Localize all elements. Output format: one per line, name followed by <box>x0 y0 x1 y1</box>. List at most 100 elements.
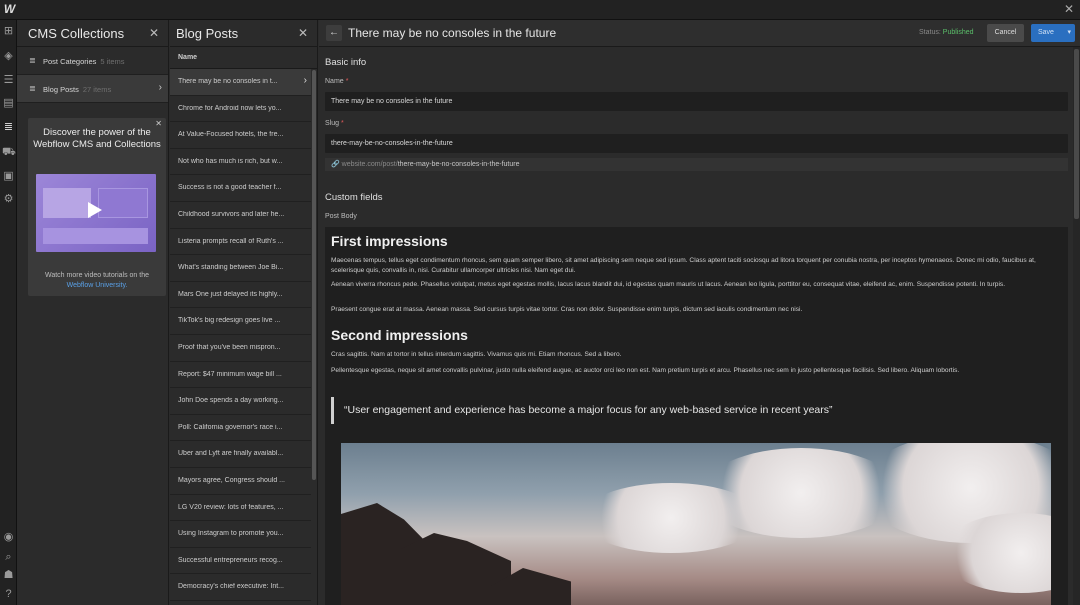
post-title: Report: $47 minimum wage bill ... <box>178 370 282 378</box>
post-list-item[interactable]: Proof that you've been mispron... <box>170 335 311 362</box>
cms-promo-card: ✕ Discover the power of the Webflow CMS … <box>28 118 166 296</box>
database-icon: ≣ <box>29 56 36 65</box>
post-body-rich-text[interactable]: First impressions Maecenas tempus, tellu… <box>325 227 1068 605</box>
post-list-item[interactable]: Chrome for Android now lets yo... <box>170 96 311 123</box>
editor-title: There may be no consoles in the future <box>348 26 557 40</box>
posts-panel-header: Blog Posts ✕ <box>170 20 317 47</box>
url-preview: 🔗 website.com/post/there-may-be-no-conso… <box>325 158 1068 171</box>
database-icon: ≣ <box>29 84 36 93</box>
cancel-button[interactable]: Cancel <box>987 24 1024 42</box>
status-badge: Published <box>942 29 974 36</box>
save-button[interactable]: Save ▾ <box>1031 24 1075 42</box>
post-list-item[interactable]: Mayors agree, Congress should ... <box>170 468 311 495</box>
promo-footer: Watch more video tutorials on the Webflo… <box>32 271 162 291</box>
post-title: Proof that you've been mispron... <box>178 343 281 351</box>
cms-collections-panel: CMS Collections ✕ ≣ Post Categories 5 ite… <box>17 20 169 605</box>
webflow-university-link[interactable]: Webflow University. <box>67 282 128 289</box>
assets-icon[interactable]: ▣ <box>2 170 15 183</box>
post-title: Using Instagram to promote you... <box>178 530 284 538</box>
chevron-right-icon: › <box>303 75 307 86</box>
collection-item-blog-posts[interactable]: ≣ Blog Posts 27 items › <box>17 75 168 103</box>
basic-info-heading: Basic info <box>325 57 367 68</box>
post-title: Listeria prompts recall of Ruth's ... <box>178 237 284 245</box>
settings-gear-icon[interactable]: ⚙ <box>2 193 15 206</box>
post-list: There may be no consoles in t... › Chrome … <box>170 69 317 601</box>
paragraph: Maecenas tempus, tellus eget condimentum… <box>331 257 1036 274</box>
cms-database-icon[interactable]: ≣ <box>2 121 15 134</box>
promo-footer-text: Watch more video tutorials on the <box>44 272 149 279</box>
paragraph: Cras sagittis. Nam at tortor in tellus i… <box>331 351 622 358</box>
top-bar: W ✕ <box>0 0 1080 20</box>
navigator-icon[interactable]: ☰ <box>2 74 15 87</box>
collection-item-post-categories[interactable]: ≣ Post Categories 5 items <box>17 47 168 75</box>
post-title: TikTok's big redesign goes live ... <box>178 317 281 325</box>
search-icon[interactable]: ⌕ <box>2 551 15 564</box>
slug-field[interactable]: there-may-be-no-consoles-in-the-future <box>325 134 1068 153</box>
ecommerce-cart-icon[interactable]: ⛟ <box>2 146 16 159</box>
editor-scrollbar[interactable] <box>1073 47 1080 605</box>
post-list-item[interactable]: Using Instagram to promote you... <box>170 521 311 548</box>
promo-title: Discover the power of the Webflow CMS an… <box>33 127 161 150</box>
post-image[interactable] <box>341 443 1051 605</box>
posts-scrollbar[interactable] <box>312 70 316 480</box>
name-label: Name * <box>325 78 349 85</box>
cms-panel-title: CMS Collections <box>28 26 125 41</box>
cms-panel-header: CMS Collections ✕ <box>17 20 168 47</box>
post-title: Uber and Lyft are finally availabl... <box>178 450 284 458</box>
paragraph: Praesent congue erat at massa. Aenean ma… <box>331 306 803 313</box>
blockquote: “User engagement and experience has beco… <box>331 397 1056 424</box>
posts-panel-title: Blog Posts <box>176 26 239 41</box>
post-list-item[interactable]: Listeria prompts recall of Ruth's ... <box>170 229 311 256</box>
post-list-item[interactable]: Childhood survivors and later he... <box>170 202 311 229</box>
post-list-item[interactable]: Successful entrepreneurs recog... <box>170 548 311 575</box>
column-header-name[interactable]: Name <box>170 47 317 69</box>
collection-name: Blog Posts <box>43 85 79 94</box>
slug-label: Slug * <box>325 120 344 127</box>
post-title: Mayors agree, Congress should ... <box>178 476 285 484</box>
post-title: Not who has much is rich, but w... <box>178 157 283 165</box>
post-list-item[interactable]: Democracy's chief executive: Int... <box>170 574 311 601</box>
post-title: Mars One just delayed its highly... <box>178 290 283 298</box>
blog-posts-panel: Blog Posts ✕ Name There may be no consol… <box>170 20 318 605</box>
paragraph: Aenean viverra rhoncus pede. Phasellus v… <box>331 281 1006 288</box>
name-field[interactable]: There may be no consoles in the future <box>325 92 1068 111</box>
collection-count: 5 items <box>100 57 125 66</box>
chevron-down-icon[interactable]: ▾ <box>1067 24 1071 42</box>
promo-video-thumbnail[interactable] <box>36 174 156 252</box>
symbols-icon[interactable]: ◈ <box>2 50 15 63</box>
heading-first-impressions: First impressions <box>331 233 448 249</box>
post-list-item[interactable]: Success is not a good teacher f... <box>170 175 311 202</box>
pages-icon[interactable]: ▤ <box>2 97 15 110</box>
post-list-item[interactable]: There may be no consoles in t... › <box>170 69 311 96</box>
post-list-item[interactable]: Report: $47 minimum wage bill ... <box>170 362 311 389</box>
post-title: Democracy's chief executive: Int... <box>178 583 284 591</box>
post-list-item[interactable]: Poll: California governor's race i... <box>170 415 311 442</box>
users-icon[interactable]: ☗ <box>2 569 15 582</box>
post-list-item[interactable]: Uber and Lyft are finally availabl... <box>170 441 311 468</box>
back-arrow-icon[interactable]: ← <box>326 25 342 41</box>
left-toolbar: ⊞ ◈ ☰ ▤ ≣ ⛟ ▣ ⚙ ◉ ⌕ ☗ ? <box>0 20 17 605</box>
post-list-item[interactable]: John Doe spends a day working... <box>170 388 311 415</box>
record-icon[interactable]: ◉ <box>2 531 15 544</box>
post-title: John Doe spends a day working... <box>178 397 284 405</box>
heading-second-impressions: Second impressions <box>331 327 468 343</box>
play-icon[interactable] <box>88 202 102 218</box>
item-editor: ← There may be no consoles in the future… <box>319 20 1080 605</box>
post-list-item[interactable]: Not who has much is rich, but w... <box>170 149 311 176</box>
paragraph: Pellentesque egestas, neque sit amet con… <box>331 367 960 374</box>
post-list-item[interactable]: TikTok's big redesign goes live ... <box>170 308 311 335</box>
close-icon[interactable]: ✕ <box>1064 2 1074 16</box>
status-indicator: Status: Published <box>919 29 974 36</box>
post-list-item[interactable]: What's standing between Joe Bi... <box>170 255 311 282</box>
post-list-item[interactable]: Mars One just delayed its highly... <box>170 282 311 309</box>
post-title: What's standing between Joe Bi... <box>178 264 284 272</box>
close-posts-panel-icon[interactable]: ✕ <box>298 26 308 40</box>
post-list-item[interactable]: At Value-Focused hotels, the fre... <box>170 122 311 149</box>
add-icon[interactable]: ⊞ <box>2 25 15 38</box>
post-list-item[interactable]: LG V20 review: lots of features, ... <box>170 495 311 522</box>
help-icon[interactable]: ? <box>2 588 15 601</box>
post-title: Successful entrepreneurs recog... <box>178 556 283 564</box>
link-icon: 🔗 <box>331 161 340 168</box>
webflow-logo-icon[interactable]: W <box>2 2 17 17</box>
close-cms-panel-icon[interactable]: ✕ <box>149 26 159 40</box>
